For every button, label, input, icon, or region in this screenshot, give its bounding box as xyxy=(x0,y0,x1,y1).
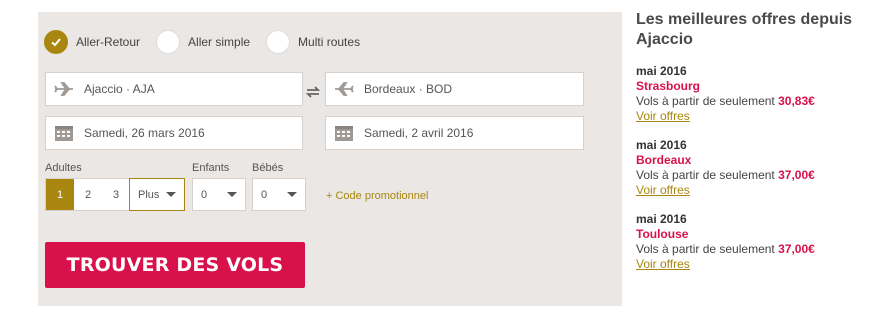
offer-link[interactable]: Voir offres xyxy=(636,257,892,272)
adults-more-value: Plus xyxy=(138,188,160,201)
trip-type-label: Aller simple xyxy=(188,35,251,49)
adults-counter: 1 2 3 xyxy=(45,178,131,211)
origin-value: Ajaccio · AJA xyxy=(84,82,155,96)
offer-item: mai 2016 Strasbourg Vols à partir de seu… xyxy=(636,64,892,124)
radio-empty-icon xyxy=(156,30,181,54)
adults-more-select[interactable]: Plus xyxy=(129,178,185,211)
search-flights-button[interactable]: TROUVER DES VOLS xyxy=(45,242,305,288)
offer-description: Vols à partir de seulement 37,00€ xyxy=(636,242,892,257)
offer-prefix: Vols à partir de seulement xyxy=(636,168,775,182)
plane-arrive-icon xyxy=(335,82,354,96)
flight-search-panel: Aller-Retour Aller simple Multi routes A… xyxy=(38,12,622,306)
chevron-down-icon xyxy=(166,192,176,197)
children-select[interactable]: 0 xyxy=(192,178,246,211)
trip-type-multicity-radio[interactable]: Multi routes xyxy=(266,30,368,54)
adults-option-1[interactable]: 1 xyxy=(46,179,74,210)
plane-depart-icon xyxy=(54,82,73,96)
children-label: Enfants xyxy=(192,162,230,174)
offer-link[interactable]: Voir offres xyxy=(636,109,892,124)
offer-description: Vols à partir de seulement 37,00€ xyxy=(636,168,892,183)
origin-field[interactable]: Ajaccio · AJA xyxy=(45,72,303,106)
calendar-icon xyxy=(335,126,353,141)
offer-description: Vols à partir de seulement 30,83€ xyxy=(636,94,892,109)
offer-city: Toulouse xyxy=(636,227,689,241)
offer-prefix: Vols à partir de seulement xyxy=(636,242,775,256)
offer-item: mai 2016 Toulouse Vols à partir de seule… xyxy=(636,212,892,272)
offer-price: 37,00€ xyxy=(778,242,815,256)
offer-month: mai 2016 xyxy=(636,212,687,226)
depart-date-field[interactable]: Samedi, 26 mars 2016 xyxy=(45,116,303,150)
offer-link[interactable]: Voir offres xyxy=(636,183,892,198)
best-offers-section: Les meilleures offres depuis Ajaccio mai… xyxy=(636,10,892,286)
offer-item: mai 2016 Bordeaux Vols à partir de seule… xyxy=(636,138,892,198)
radio-empty-icon xyxy=(266,30,291,54)
destination-value: Bordeaux · BOD xyxy=(364,82,453,96)
offer-city: Bordeaux xyxy=(636,153,692,167)
destination-field[interactable]: Bordeaux · BOD xyxy=(325,72,584,106)
offer-price: 37,00€ xyxy=(778,168,815,182)
offer-month: mai 2016 xyxy=(636,64,687,78)
promo-code-link[interactable]: + Code promotionnel xyxy=(326,190,428,202)
swap-icon[interactable] xyxy=(304,83,322,101)
trip-type-roundtrip-radio[interactable]: Aller-Retour xyxy=(44,30,148,54)
checkmark-icon xyxy=(44,30,68,54)
trip-type-label: Aller-Retour xyxy=(76,35,141,49)
adults-label: Adultes xyxy=(45,162,82,174)
return-date-field[interactable]: Samedi, 2 avril 2016 xyxy=(325,116,584,150)
children-value: 0 xyxy=(201,188,208,201)
infants-value: 0 xyxy=(261,188,268,201)
adults-option-3[interactable]: 3 xyxy=(102,179,130,210)
infants-select[interactable]: 0 xyxy=(252,178,306,211)
return-date-value: Samedi, 2 avril 2016 xyxy=(364,126,474,140)
trip-type-oneway-radio[interactable]: Aller simple xyxy=(156,30,258,54)
infants-label: Bébés xyxy=(252,162,284,174)
adults-option-2[interactable]: 2 xyxy=(74,179,102,210)
chevron-down-icon xyxy=(227,192,237,197)
offer-city: Strasbourg xyxy=(636,79,701,93)
offer-price: 30,83€ xyxy=(778,94,815,108)
chevron-down-icon xyxy=(287,192,297,197)
depart-date-value: Samedi, 26 mars 2016 xyxy=(84,126,205,140)
offer-prefix: Vols à partir de seulement xyxy=(636,94,775,108)
trip-type-group: Aller-Retour Aller simple Multi routes xyxy=(44,30,376,54)
offer-month: mai 2016 xyxy=(636,138,687,152)
offers-title: Les meilleures offres depuis Ajaccio xyxy=(636,11,853,48)
trip-type-label: Multi routes xyxy=(298,35,361,49)
calendar-icon xyxy=(55,126,73,141)
